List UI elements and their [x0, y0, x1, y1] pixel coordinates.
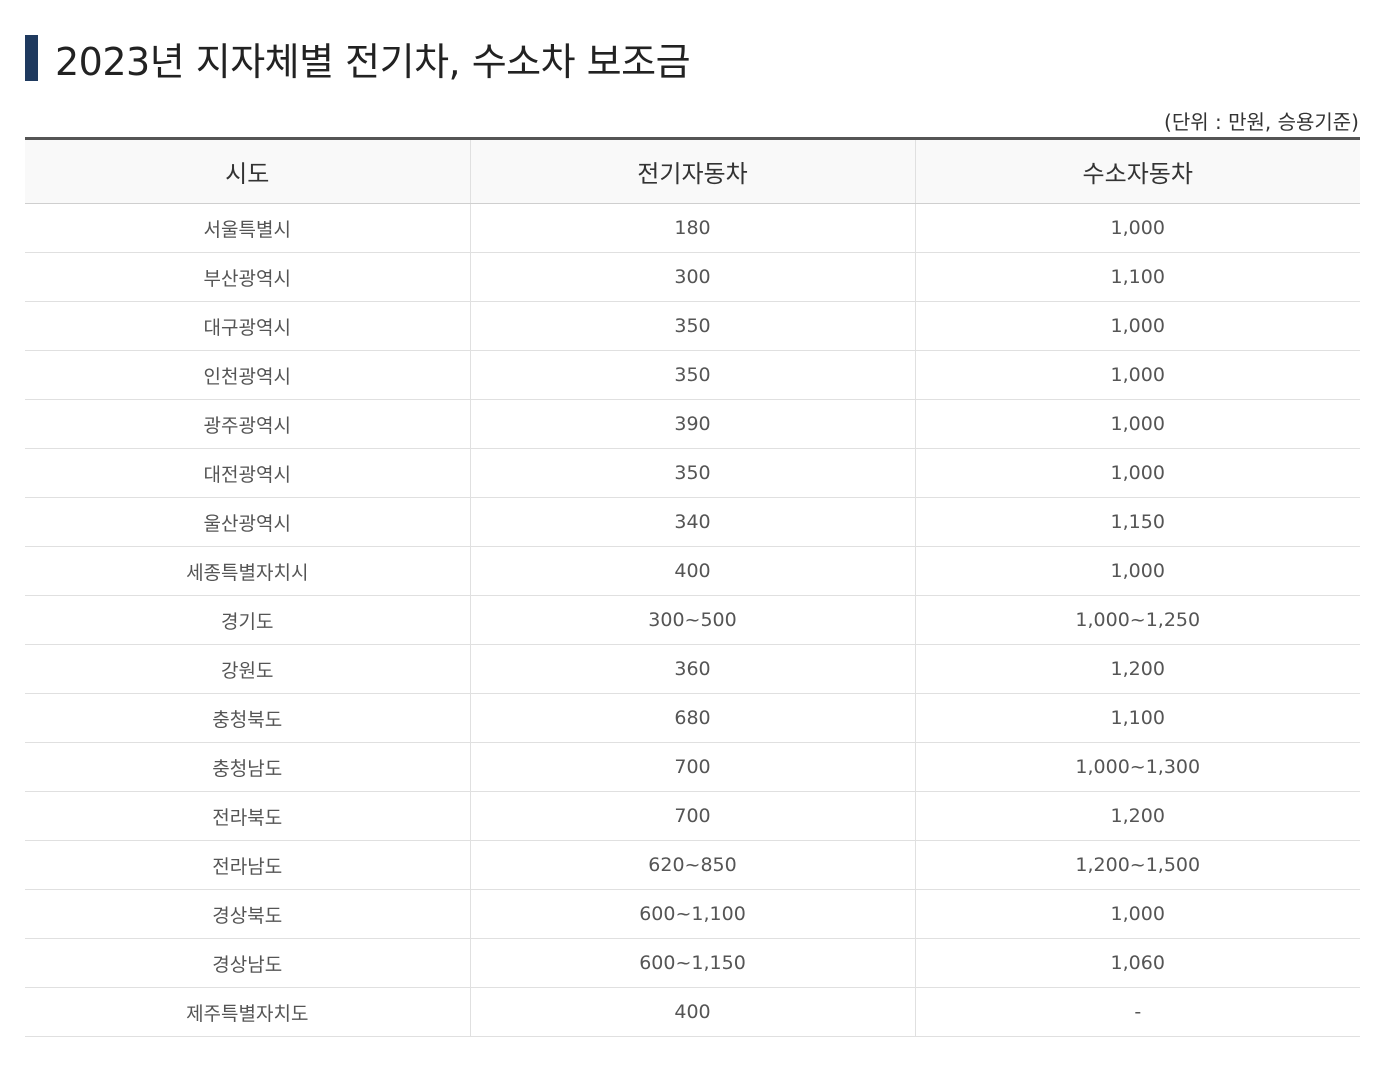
table-header-row: 시도 전기자동차 수소자동차 — [25, 138, 1360, 204]
cell-hydrogen: 1,200 — [914, 791, 1360, 841]
unit-note: (단위 : 만원, 승용기준) — [1164, 110, 1359, 134]
cell-region: 제주특별자치도 — [25, 987, 470, 1037]
cell-electric: 620~850 — [469, 840, 915, 890]
subsidy-table: 시도 전기자동차 수소자동차 서울특별시 180 1,000 부산광역시 300… — [25, 137, 1360, 1037]
table-row: 인천광역시 350 1,000 — [25, 350, 1360, 400]
cell-region: 충청남도 — [25, 742, 470, 792]
cell-hydrogen: 1,100 — [914, 252, 1360, 302]
cell-electric: 180 — [469, 203, 915, 253]
cell-electric: 700 — [469, 791, 915, 841]
cell-hydrogen: 1,000 — [914, 546, 1360, 596]
header-region: 시도 — [25, 138, 470, 204]
table-body: 서울특별시 180 1,000 부산광역시 300 1,100 대구광역시 35… — [25, 203, 1360, 1037]
header-hydrogen-vehicle: 수소자동차 — [914, 138, 1360, 204]
table-row: 세종특별자치시 400 1,000 — [25, 546, 1360, 596]
cell-region: 경상북도 — [25, 889, 470, 939]
cell-hydrogen: 1,100 — [914, 693, 1360, 743]
table-row: 충청남도 700 1,000~1,300 — [25, 742, 1360, 792]
table-row: 제주특별자치도 400 - — [25, 987, 1360, 1037]
cell-region: 전라북도 — [25, 791, 470, 841]
cell-electric: 680 — [469, 693, 915, 743]
cell-region: 전라남도 — [25, 840, 470, 890]
table-row: 서울특별시 180 1,000 — [25, 203, 1360, 253]
cell-region: 경상남도 — [25, 938, 470, 988]
cell-hydrogen: - — [914, 987, 1360, 1037]
cell-electric: 340 — [469, 497, 915, 547]
cell-region: 인천광역시 — [25, 350, 470, 400]
cell-electric: 350 — [469, 448, 915, 498]
cell-hydrogen: 1,060 — [914, 938, 1360, 988]
table-row: 대구광역시 350 1,000 — [25, 301, 1360, 351]
cell-hydrogen: 1,200 — [914, 644, 1360, 694]
cell-hydrogen: 1,000 — [914, 448, 1360, 498]
page-title-row: 2023년 지자체별 전기차, 수소차 보조금 — [25, 32, 691, 84]
table-row: 부산광역시 300 1,100 — [25, 252, 1360, 302]
cell-region: 경기도 — [25, 595, 470, 645]
table-row: 대전광역시 350 1,000 — [25, 448, 1360, 498]
table-row: 울산광역시 340 1,150 — [25, 497, 1360, 547]
cell-electric: 400 — [469, 987, 915, 1037]
cell-hydrogen: 1,150 — [914, 497, 1360, 547]
cell-electric: 360 — [469, 644, 915, 694]
table-row: 경상남도 600~1,150 1,060 — [25, 938, 1360, 988]
cell-electric: 600~1,100 — [469, 889, 915, 939]
cell-region: 충청북도 — [25, 693, 470, 743]
cell-electric: 400 — [469, 546, 915, 596]
cell-electric: 390 — [469, 399, 915, 449]
cell-region: 강원도 — [25, 644, 470, 694]
table-header: 시도 전기자동차 수소자동차 — [25, 138, 1360, 204]
cell-electric: 300 — [469, 252, 915, 302]
cell-region: 부산광역시 — [25, 252, 470, 302]
table-row: 경기도 300~500 1,000~1,250 — [25, 595, 1360, 645]
table-row: 충청북도 680 1,100 — [25, 693, 1360, 743]
cell-region: 대구광역시 — [25, 301, 470, 351]
cell-hydrogen: 1,000 — [914, 889, 1360, 939]
cell-electric: 300~500 — [469, 595, 915, 645]
cell-region: 울산광역시 — [25, 497, 470, 547]
cell-hydrogen: 1,000 — [914, 399, 1360, 449]
table-row: 전라북도 700 1,200 — [25, 791, 1360, 841]
cell-hydrogen: 1,000 — [914, 203, 1360, 253]
cell-electric: 600~1,150 — [469, 938, 915, 988]
cell-region: 세종특별자치시 — [25, 546, 470, 596]
cell-hydrogen: 1,000~1,250 — [914, 595, 1360, 645]
cell-electric: 350 — [469, 350, 915, 400]
cell-electric: 700 — [469, 742, 915, 792]
cell-region: 광주광역시 — [25, 399, 470, 449]
cell-region: 서울특별시 — [25, 203, 470, 253]
cell-electric: 350 — [469, 301, 915, 351]
page-title: 2023년 지자체별 전기차, 수소차 보조금 — [55, 39, 691, 84]
table-row: 강원도 360 1,200 — [25, 644, 1360, 694]
table-row: 광주광역시 390 1,000 — [25, 399, 1360, 449]
cell-region: 대전광역시 — [25, 448, 470, 498]
cell-hydrogen: 1,000 — [914, 350, 1360, 400]
cell-hydrogen: 1,000~1,300 — [914, 742, 1360, 792]
table-row: 전라남도 620~850 1,200~1,500 — [25, 840, 1360, 890]
page: 2023년 지자체별 전기차, 수소차 보조금 (단위 : 만원, 승용기준) … — [0, 0, 1391, 1088]
table-row: 경상북도 600~1,100 1,000 — [25, 889, 1360, 939]
cell-hydrogen: 1,200~1,500 — [914, 840, 1360, 890]
cell-hydrogen: 1,000 — [914, 301, 1360, 351]
title-accent-bar — [25, 35, 38, 81]
header-electric-vehicle: 전기자동차 — [469, 138, 915, 204]
